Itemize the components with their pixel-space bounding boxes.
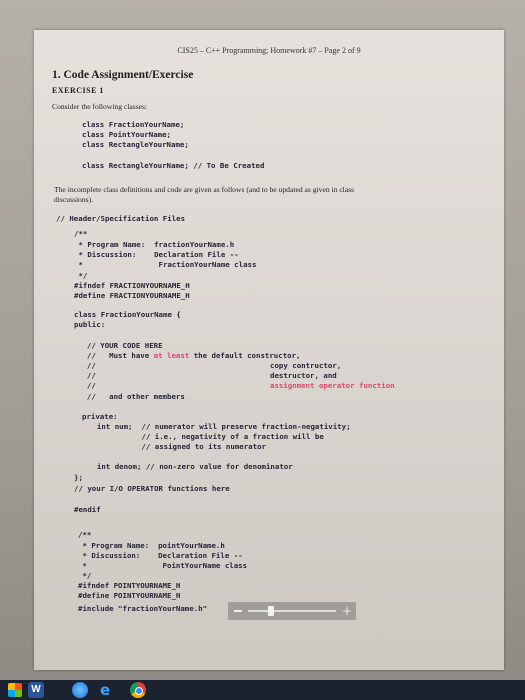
zoom-out-icon[interactable] [234,610,242,612]
taskbar: W e [0,680,525,700]
section-title: 1. Code Assignment/Exercise [52,69,194,81]
code-line-must-have: // Must have at least the default constr… [78,351,301,360]
word-app-icon[interactable]: W [28,682,44,698]
code-line: #include "fractionYourName.h" [78,604,208,613]
code-line: // and other members [78,392,185,401]
code-line: * Discussion: Declaration File -- [74,250,239,259]
code-line: // your I/O OPERATOR functions here [74,484,230,493]
class-decl-3: class RectangleYourName; [82,140,189,149]
windows-start-icon[interactable] [8,683,22,697]
code-line: * Program Name: fractionYourName.h [74,240,235,249]
zoom-slider-bar[interactable]: + [228,602,356,620]
code-line: * FractionYourName class [74,260,257,269]
page-header: CIS25 – C++ Programming; Homework #7 – P… [177,46,361,55]
code-line: #endif [74,505,101,514]
code-line: // Header/Specification Files [56,214,186,223]
code-line: #ifndef POINTYOURNAME_H [78,581,181,590]
exercise-heading: EXERCISE 1 [52,86,104,95]
code-line: * Program Name: pointYourName.h [78,541,225,550]
zoom-in-icon[interactable]: + [342,605,352,617]
description-line-1: The incomplete class definitions and cod… [54,185,355,194]
class-decl-rect-note: class RectangleYourName; // To Be Create… [82,161,265,170]
code-line: // assigned to its numerator [88,442,266,451]
intro-text: Consider the following classes: [52,102,148,111]
code-line: #define FRACTIONYOURNAME_H [74,291,190,300]
highlight-at-least: at least [153,351,190,360]
description-line-2: discussions). [54,195,94,204]
code-destructor: destructor, and [270,371,337,380]
code-line: // i.e., negativity of a fraction will b… [88,432,324,441]
internet-explorer-icon[interactable]: e [100,682,116,698]
code-line-default-ctor: the default constructor, [189,351,301,360]
code-line: // [78,371,96,380]
code-copy-ctor: copy contructor, [270,361,342,370]
code-line: #define POINTYOURNAME_H [78,591,181,600]
class-decl-1: class FractionYourName; [82,120,185,129]
chrome-icon[interactable] [130,682,146,698]
code-line: }; [74,473,83,482]
class-decl-2: class PointYourName; [82,130,171,139]
code-line: // [78,361,96,370]
code-line: */ [78,571,92,580]
code-line: class FractionYourName { [74,310,181,319]
code-line: * PointYourName class [78,561,248,570]
code-line: private: [82,412,118,421]
code-line: /** [78,530,92,539]
code-line: int denom; // non-zero value for denomin… [88,462,293,471]
document-page[interactable]: CIS25 – C++ Programming; Homework #7 – P… [34,30,504,670]
code-line: // YOUR CODE HERE [78,341,163,350]
zoom-track[interactable] [248,610,336,612]
code-line: // Must have [78,351,154,360]
code-line: // [78,381,96,390]
code-line: * Discussion: Declaration File -- [78,551,243,560]
zoom-handle[interactable] [268,606,274,616]
code-line: #ifndef FRACTIONYOURNAME_H [74,281,190,290]
globe-app-icon[interactable] [72,682,88,698]
code-assignment-op: assignment operator function [270,381,395,390]
code-line: */ [74,271,88,280]
code-line: /** [74,229,88,238]
code-line: int num; // numerator will preserve frac… [88,422,351,431]
code-line: public: [74,320,106,329]
